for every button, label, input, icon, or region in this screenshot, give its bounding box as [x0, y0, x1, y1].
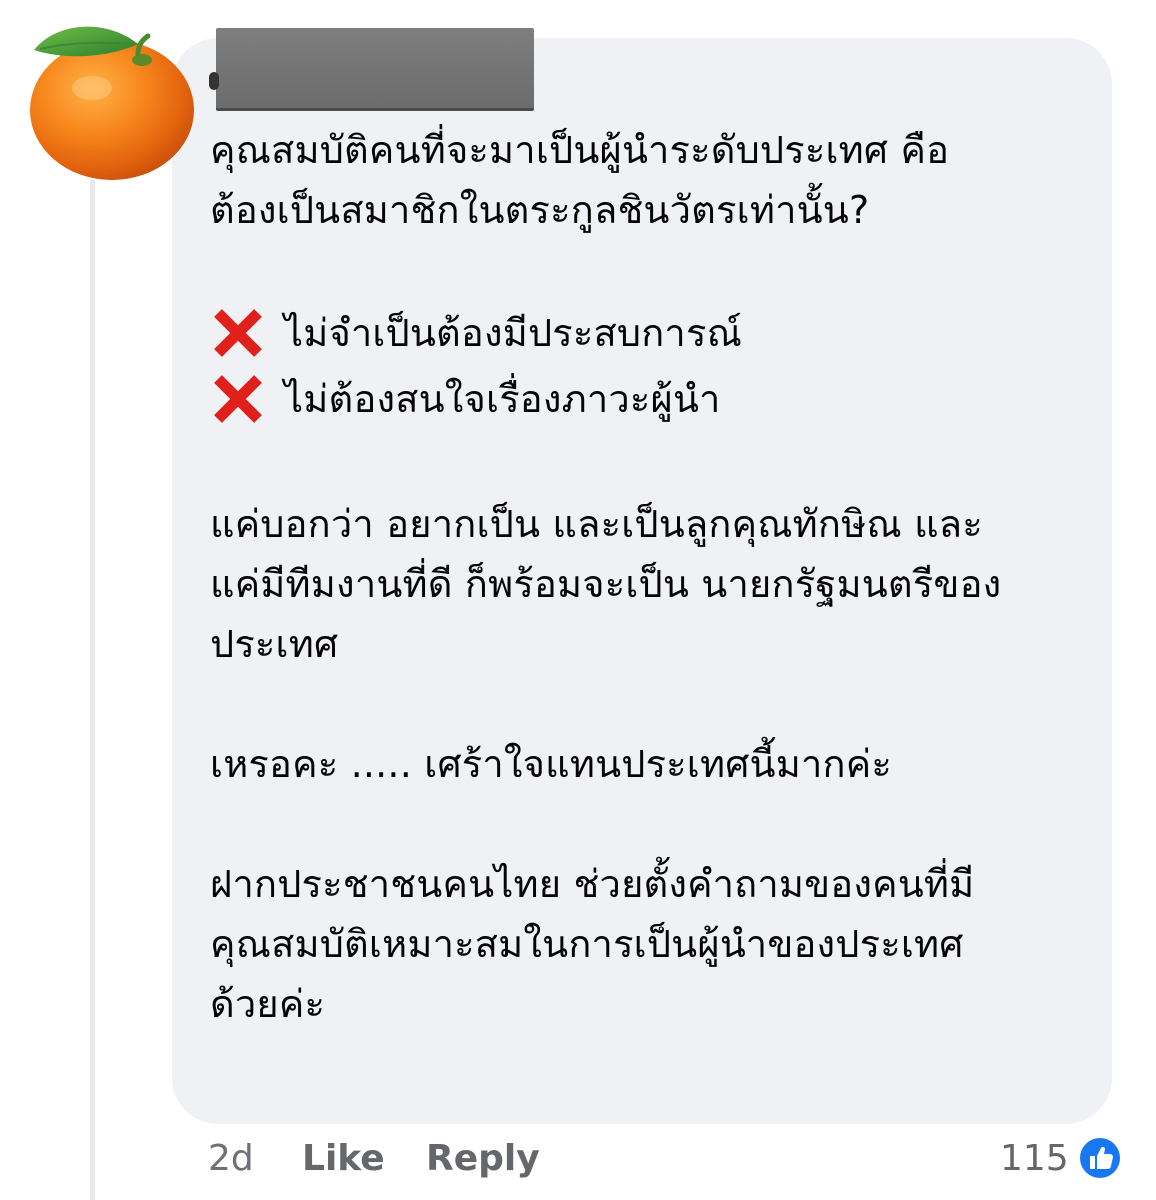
- comment-line: คุณสมบัติเหมาะสมในการเป็นผู้นำของประเทศ: [210, 922, 964, 966]
- comment-text: คุณสมบัติคนที่จะมาเป็นผู้นำระดับประเทศ ค…: [210, 120, 1090, 1034]
- list-item-text: ไม่จำเป็นต้องมีประสบการณ์: [284, 311, 743, 355]
- list-item: ไม่ต้องสนใจเรื่องภาวะผู้นำ: [210, 366, 1090, 432]
- comment-line: ฝากประชาชนคนไทย ช่วยตั้งคำถามของคนที่มี: [210, 862, 975, 906]
- tangerine-icon[interactable]: [26, 14, 198, 186]
- list-item-text: ไม่ต้องสนใจเรื่องภาวะผู้นำ: [284, 377, 721, 421]
- comment-line: ด้วยค่ะ: [210, 982, 326, 1026]
- thumbs-up-icon[interactable]: [1076, 1134, 1124, 1182]
- like-button[interactable]: Like: [302, 1138, 385, 1179]
- comment-actions: 2d Like Reply 115: [208, 1135, 1128, 1188]
- reply-button[interactable]: Reply: [426, 1138, 540, 1179]
- reaction-count[interactable]: 115: [1000, 1138, 1069, 1179]
- comment-line: เหรอคะ ..... เศร้าใจแทนประเทศนี้มากค่ะ: [210, 742, 892, 786]
- author-name-fragment: [209, 72, 219, 90]
- comment-line: คุณสมบัติคนที่จะมาเป็นผู้นำระดับประเทศ ค…: [210, 128, 950, 172]
- thread-line: [90, 180, 95, 1200]
- list-item: ไม่จำเป็นต้องมีประสบการณ์: [210, 300, 1090, 366]
- comment-line: แค่บอกว่า อยากเป็น และเป็นลูกคุณทักษิณ แ…: [210, 502, 983, 546]
- author-name-redacted: [216, 28, 534, 108]
- timestamp-link[interactable]: 2d: [208, 1138, 254, 1179]
- cross-mark-icon: [214, 375, 262, 423]
- comment-line: ประเทศ: [210, 622, 339, 666]
- comment-line: แค่มีทีมงานที่ดี ก็พร้อมจะเป็น นายกรัฐมน…: [210, 562, 1002, 606]
- comment-line: ต้องเป็นสมาชิกในตระกูลชินวัตรเท่านั้น?: [210, 188, 870, 232]
- cross-mark-icon: [214, 309, 262, 357]
